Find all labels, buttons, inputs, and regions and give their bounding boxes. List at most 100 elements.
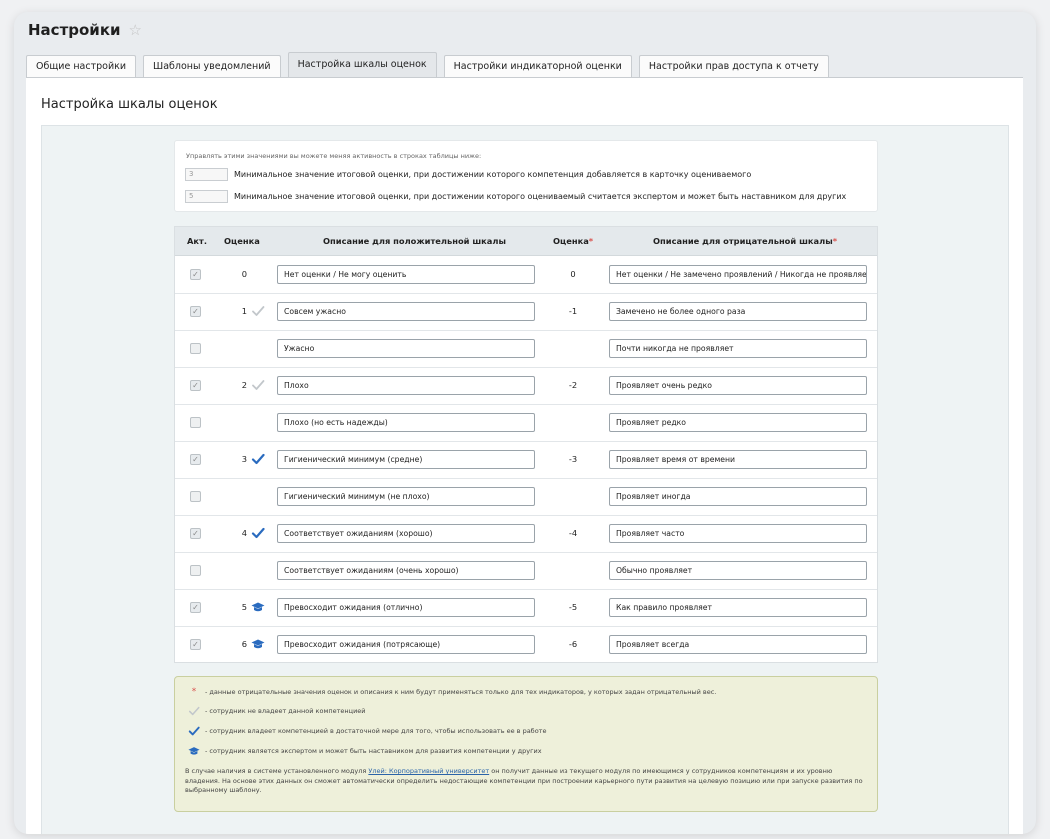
positive-description-input[interactable]: Превосходит ожидания (отлично) bbox=[277, 598, 535, 617]
competency-threshold-field: 3 bbox=[185, 168, 228, 181]
table-row: Соответствует ожиданиям (очень хорошо) О… bbox=[175, 553, 877, 590]
grade-value: 5 bbox=[241, 602, 247, 612]
table-row: ✓ 5 Превосходит ожидания (отлично) -5 Ка… bbox=[175, 590, 877, 627]
active-checkbox[interactable] bbox=[190, 565, 201, 576]
page-header: Настройки ☆ bbox=[28, 21, 142, 39]
positive-description-input[interactable]: Гигиенический минимум (не плохо) bbox=[277, 487, 535, 506]
positive-description-input[interactable]: Превосходит ожидания (потрясающе) bbox=[277, 635, 535, 654]
graduation-cap-icon bbox=[251, 602, 265, 612]
required-asterisk: * bbox=[832, 236, 838, 246]
legend-paragraph-start: В случае наличия в системе установленног… bbox=[185, 767, 369, 775]
check-blue-icon bbox=[251, 453, 265, 465]
threshold-info-box: Управлять этими значениями вы можете мен… bbox=[174, 140, 878, 212]
check-blue-icon bbox=[188, 726, 200, 736]
grade-value: 1 bbox=[241, 306, 247, 316]
negative-description-input[interactable]: Проявляет редко bbox=[609, 413, 867, 432]
check-gray-icon bbox=[188, 706, 200, 716]
negative-grade-value: 0 bbox=[570, 269, 576, 279]
grade-scale-table: Акт. Оценка Описание для положительной ш… bbox=[174, 226, 878, 663]
negative-description-input[interactable]: Проявляет всегда bbox=[609, 635, 867, 654]
legend-row-gray-check: - сотрудник не владеет данной компетенци… bbox=[187, 705, 366, 717]
tab-bar: Общие настройки Шаблоны уведомлений Наст… bbox=[26, 52, 836, 77]
active-checkbox[interactable] bbox=[190, 343, 201, 354]
tab-general-settings[interactable]: Общие настройки bbox=[26, 55, 137, 77]
negative-grade-value: -2 bbox=[568, 380, 578, 390]
active-checkbox[interactable]: ✓ bbox=[190, 380, 201, 391]
settings-window: Настройки ☆ Общие настройки Шаблоны увед… bbox=[14, 12, 1036, 834]
positive-description-input[interactable]: Гигиенический минимум (средне) bbox=[277, 450, 535, 469]
positive-description-input[interactable]: Плохо bbox=[277, 376, 535, 395]
negative-description-input[interactable]: Проявляет иногда bbox=[609, 487, 867, 506]
threshold-row-expert: 5 Минимальное значение итоговой оценки, … bbox=[185, 190, 846, 203]
tab-indicator-settings[interactable]: Настройки индикаторной оценки bbox=[443, 55, 632, 77]
positive-description-input[interactable]: Соответствует ожиданиям (очень хорошо) bbox=[277, 561, 535, 580]
negative-description-input[interactable]: Почти никогда не проявляет bbox=[609, 339, 867, 358]
graduation-cap-icon bbox=[251, 639, 265, 649]
negative-description-input[interactable]: Замечено не более одного раза bbox=[609, 302, 867, 321]
positive-description-input[interactable]: Нет оценки / Не могу оценить bbox=[277, 265, 535, 284]
table-row: ✓ 3 Гигиенический минимум (средне) -3 Пр… bbox=[175, 442, 877, 479]
legend-row-blue-check: - сотрудник владеет компетенцией в доста… bbox=[187, 725, 546, 737]
check-gray-icon bbox=[252, 380, 265, 390]
table-row: ✓ 2 Плохо -2 Проявляет очень редко bbox=[175, 368, 877, 405]
table-row: ✓ 1 Совсем ужасно -1 Замечено не более о… bbox=[175, 294, 877, 331]
settings-panel: Управлять этими значениями вы можете мен… bbox=[41, 125, 1009, 834]
grade-value: 3 bbox=[241, 454, 247, 464]
active-checkbox[interactable]: ✓ bbox=[190, 602, 201, 613]
grade-value: 6 bbox=[241, 639, 247, 649]
negative-grade-value: -4 bbox=[568, 528, 578, 538]
tab-grade-scale[interactable]: Настройка шкалы оценок bbox=[287, 52, 437, 77]
grade-value: 4 bbox=[241, 528, 247, 538]
negative-description-input[interactable]: Проявляет часто bbox=[609, 524, 867, 543]
legend-paragraph: В случае наличия в системе установленног… bbox=[185, 767, 865, 796]
competency-threshold-label: Минимальное значение итоговой оценки, пр… bbox=[234, 170, 752, 179]
expert-threshold-label: Минимальное значение итоговой оценки, пр… bbox=[234, 192, 847, 201]
tab-notification-templates[interactable]: Шаблоны уведомлений bbox=[143, 55, 281, 77]
graduation-cap-icon bbox=[188, 747, 200, 755]
check-blue-icon bbox=[251, 527, 265, 539]
check-gray-icon bbox=[252, 306, 265, 316]
grade-value: 0 bbox=[241, 269, 247, 279]
tab-content: Настройка шкалы оценок Управлять этими з… bbox=[26, 77, 1023, 834]
tab-report-access[interactable]: Настройки прав доступа к отчету bbox=[638, 55, 829, 77]
page-title: Настройки bbox=[28, 21, 121, 39]
positive-description-input[interactable]: Соответствует ожиданиям (хорошо) bbox=[277, 524, 535, 543]
negative-description-input[interactable]: Обычно проявляет bbox=[609, 561, 867, 580]
negative-grade-value: -3 bbox=[568, 454, 578, 464]
star-icon[interactable]: ☆ bbox=[129, 22, 142, 38]
legend-gray-check-text: - сотрудник не владеет данной компетенци… bbox=[205, 707, 366, 715]
required-asterisk: * bbox=[588, 236, 594, 246]
col-positive-description: Описание для положительной шкалы bbox=[323, 236, 506, 246]
asterisk-icon: * bbox=[191, 687, 197, 697]
negative-description-input[interactable]: Нет оценки / Не замечено проявлений / Ни… bbox=[609, 265, 867, 284]
active-checkbox[interactable]: ✓ bbox=[190, 269, 201, 280]
negative-description-input[interactable]: Проявляет время от времени bbox=[609, 450, 867, 469]
col-negative-description: Описание для отрицательной шкалы* bbox=[653, 236, 838, 246]
table-row: Плохо (но есть надежды) Проявляет редко bbox=[175, 405, 877, 442]
negative-grade-value: -1 bbox=[568, 306, 578, 316]
active-checkbox[interactable] bbox=[190, 491, 201, 502]
positive-description-input[interactable]: Плохо (но есть надежды) bbox=[277, 413, 535, 432]
col-negative-grade: Оценка* bbox=[553, 236, 594, 246]
positive-description-input[interactable]: Совсем ужасно bbox=[277, 302, 535, 321]
col-grade: Оценка bbox=[224, 236, 260, 246]
threshold-row-competency: 3 Минимальное значение итоговой оценки, … bbox=[185, 168, 751, 181]
active-checkbox[interactable]: ✓ bbox=[190, 306, 201, 317]
university-module-link[interactable]: Улей: Корпоративный университет bbox=[368, 767, 489, 775]
info-note: Управлять этими значениями вы можете мен… bbox=[186, 152, 482, 160]
active-checkbox[interactable] bbox=[190, 417, 201, 428]
positive-description-input[interactable]: Ужасно bbox=[277, 339, 535, 358]
negative-description-input[interactable]: Как правило проявляет bbox=[609, 598, 867, 617]
active-checkbox[interactable]: ✓ bbox=[190, 454, 201, 465]
legend-row-asterisk: * - данные отрицательные значения оценок… bbox=[187, 686, 717, 698]
legend-row-cap: - сотрудник является экспертом и может б… bbox=[187, 745, 542, 757]
section-title: Настройка шкалы оценок bbox=[41, 97, 218, 112]
table-row: ✓ 4 Соответствует ожиданиям (хорошо) -4 … bbox=[175, 516, 877, 553]
legend-box: * - данные отрицательные значения оценок… bbox=[174, 676, 878, 812]
negative-description-input[interactable]: Проявляет очень редко bbox=[609, 376, 867, 395]
active-checkbox[interactable]: ✓ bbox=[190, 528, 201, 539]
table-header: Акт. Оценка Описание для положительной ш… bbox=[175, 227, 877, 256]
negative-grade-value: -6 bbox=[568, 639, 578, 649]
active-checkbox[interactable]: ✓ bbox=[190, 639, 201, 650]
legend-asterisk-text: - данные отрицательные значения оценок и… bbox=[205, 688, 717, 696]
